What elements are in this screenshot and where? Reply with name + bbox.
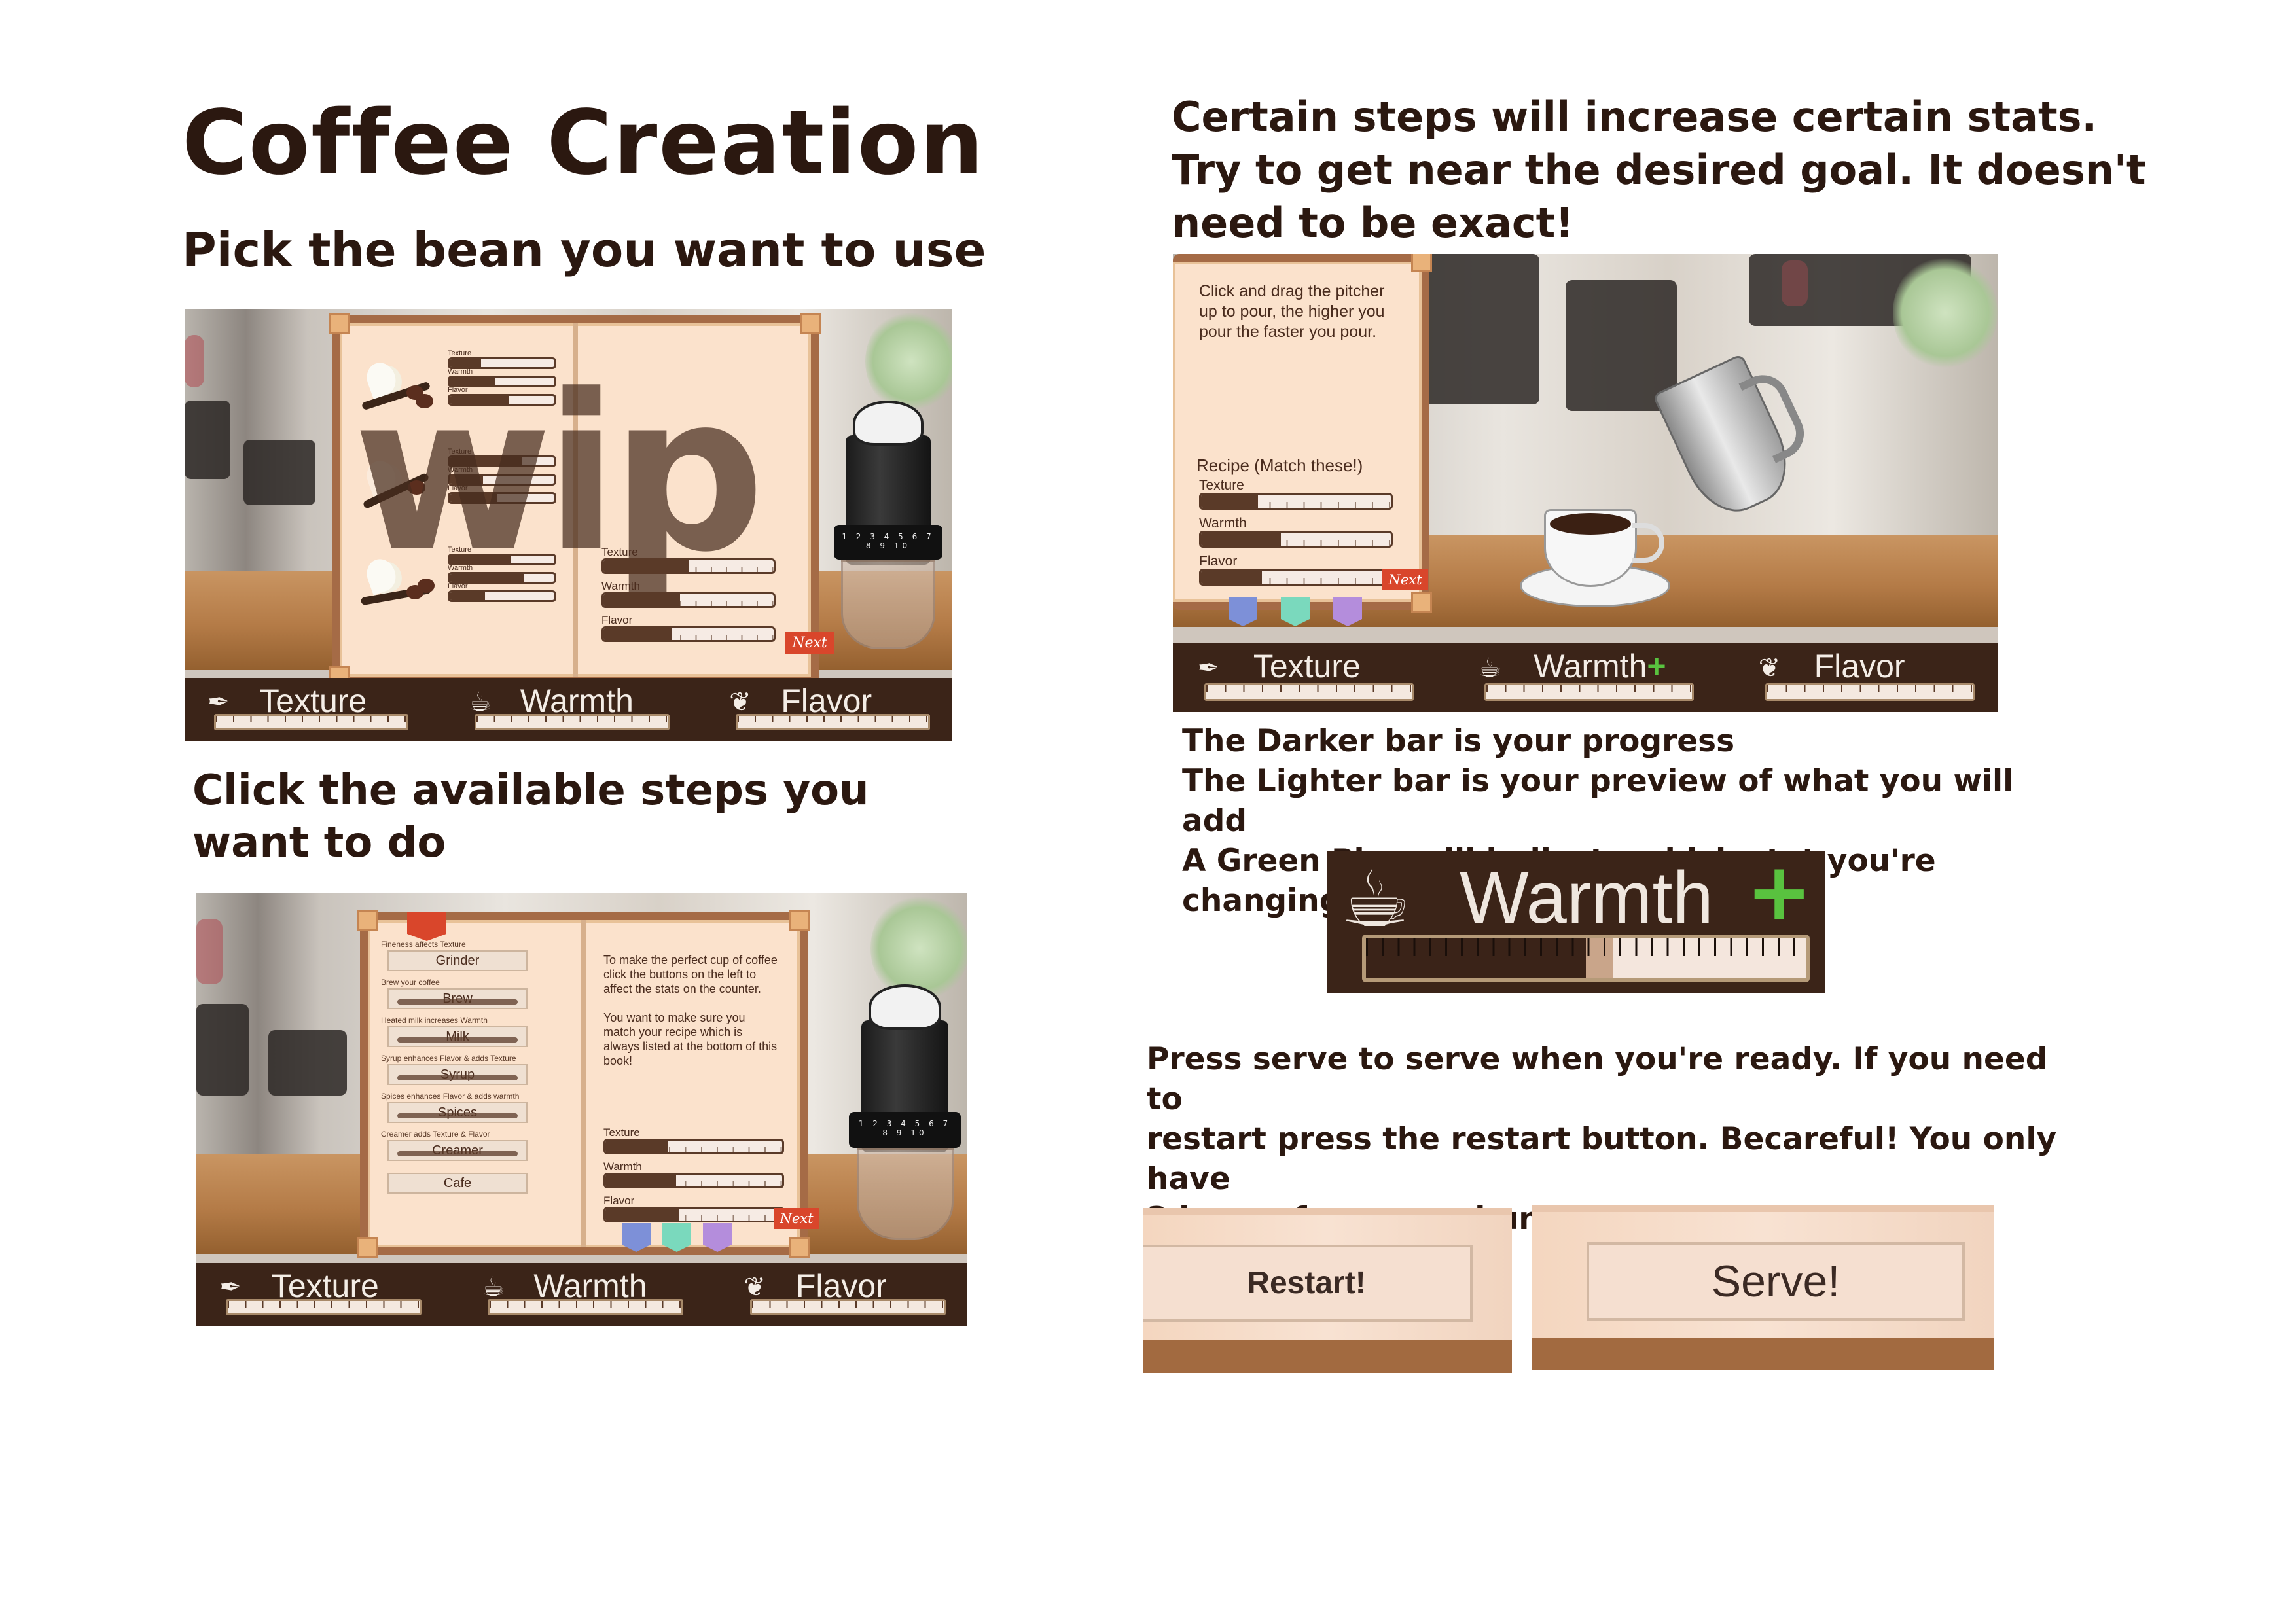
green-plus-icon: +: [1746, 847, 1812, 938]
steps-book: Fineness affects Texture Grinder Brew your…: [357, 910, 819, 1258]
hud-texture: ✒ Texture: [219, 1268, 427, 1321]
coffee-grinder: 1 2 3 4 5 6 7 8 9 10: [829, 401, 947, 649]
recipe-stat-bar: [1199, 493, 1393, 510]
hud-texture-bar: [213, 714, 409, 731]
pour-instructions: Click and drag the pitcher up to pour, t…: [1199, 282, 1385, 341]
recipe-stat-label: Warmth: [601, 580, 640, 592]
hud-texture: ✒ Texture: [207, 683, 414, 736]
serve-button-screenshot: Serve!: [1532, 1205, 1994, 1370]
milk-steamer-icon: ☕: [481, 1272, 505, 1303]
knife-icon: ✒: [219, 1272, 242, 1303]
recipe-stat-bar: [601, 558, 776, 574]
recipe-stat-bar: [1199, 531, 1393, 548]
restart-button-screenshot: Restart!: [1143, 1208, 1512, 1373]
recipe-stat-label: Texture: [1199, 478, 1244, 493]
warmth-bar: [1362, 934, 1810, 982]
coffee-grinder: 1 2 3 4 5 6 7 8 9 10: [844, 984, 965, 1240]
stats-intro-text: Certain steps will increase certain stat…: [1172, 93, 2146, 247]
hud-flavor: ❦ Flavor: [1759, 649, 1981, 706]
recipe-stat-label: Flavor: [603, 1194, 635, 1207]
step-button-cafe[interactable]: Cafe: [387, 1173, 528, 1194]
recipe-stat-bar: [601, 626, 776, 642]
step-caption: Heated milk increases Warmth: [381, 1016, 488, 1025]
knife-icon: ✒: [207, 687, 230, 718]
hud-warmth: ☕ Warmth: [469, 683, 675, 736]
step1-heading: Pick the bean you want to use: [182, 223, 986, 277]
milk-steamer-icon: ☕: [468, 687, 492, 718]
hud-warmth-bar: [475, 714, 670, 731]
hud-texture-bar: [1204, 683, 1414, 701]
step-button-syrup[interactable]: Syrup: [387, 1064, 528, 1085]
stats-hud: ✒ Texture ☕ Warmth+ ❦ Flavor: [1173, 643, 1998, 712]
recipe-stat-label: Flavor: [601, 614, 633, 626]
hud-flavor-label: Flavor: [1814, 648, 1905, 685]
recipe-stat-bar: [603, 1173, 784, 1188]
page-title: Coffee Creation: [182, 92, 985, 195]
spice-leaves-icon: ❦: [1758, 653, 1781, 684]
warmth-stat-closeup: ☕ Warmth +: [1327, 851, 1825, 993]
serve-button[interactable]: Serve!: [1587, 1242, 1965, 1321]
instructions-text: To make the perfect cup of coffee click …: [603, 954, 778, 1067]
bean-selection-screenshot: Texture Warmth Flavor Texture Warmth Flavor Te…: [185, 309, 952, 741]
recipe-book: Texture Warmth Flavor Texture Warmth Flavor Te…: [329, 313, 834, 687]
hud-flavor-bar: [749, 1298, 946, 1316]
step-caption: Fineness affects Texture: [381, 940, 466, 949]
green-plus-icon: +: [1647, 648, 1666, 685]
recipe-stat-bar: [603, 1207, 784, 1222]
milk-steamer-icon: ☕: [1340, 854, 1411, 945]
recipe-stat-bar: [603, 1139, 784, 1154]
hud-texture-bar: [225, 1298, 422, 1316]
step2-heading: Click the available steps you want to do: [192, 766, 869, 867]
hud-texture-label: Texture: [1253, 648, 1361, 685]
coffee-cup: [1520, 509, 1670, 607]
hud-flavor-bar: [1765, 683, 1975, 701]
steps-screenshot: Fineness affects Texture Grinder Brew your…: [196, 893, 967, 1326]
hud-texture: ✒ Texture: [1198, 649, 1420, 706]
recipe-stat-label: Warmth: [603, 1160, 642, 1173]
knife-icon: ✒: [1197, 653, 1220, 684]
step-caption: Spices enhances Flavor & adds warmth: [381, 1092, 520, 1101]
next-button[interactable]: Next: [1382, 569, 1428, 590]
hud-warmth-bar: [488, 1298, 684, 1316]
hud-warmth: ☕ Warmth: [482, 1268, 690, 1321]
hud-warmth-label: Warmth+: [1534, 648, 1666, 685]
hud-flavor: ❦ Flavor: [744, 1268, 952, 1321]
step-button-label: Grinder: [435, 954, 480, 968]
wip-watermark: wip: [353, 348, 765, 599]
recipe-stat-label: Texture: [601, 546, 638, 558]
hud-flavor-bar: [735, 714, 931, 731]
step-caption: Syrup enhances Flavor & adds Texture: [381, 1054, 516, 1063]
pour-book: Click and drag the pitcher up to pour, t…: [1173, 254, 1432, 613]
step-button-brew[interactable]: Brew: [387, 988, 528, 1009]
step-button-creamer[interactable]: Creamer: [387, 1140, 528, 1161]
stats-hud: ✒ Texture ☕ Warmth ❦ Flavor: [196, 1263, 967, 1326]
recipe-stat-label: Flavor: [1199, 554, 1238, 569]
hud-warmth-bar: [1484, 683, 1695, 701]
step-button-label: Cafe: [443, 1176, 472, 1190]
milk-steamer-icon: ☕: [1478, 653, 1502, 684]
hud-flavor: ❦ Flavor: [729, 683, 936, 736]
recipe-stat-bar: [601, 592, 776, 608]
recipe-stat-label: Warmth: [1199, 516, 1247, 531]
step-caption: Brew your coffee: [381, 978, 440, 987]
pour-screenshot: Click and drag the pitcher up to pour, t…: [1173, 254, 1998, 712]
next-button[interactable]: Next: [774, 1208, 819, 1229]
recipe-stat-bar: [1199, 569, 1393, 586]
spice-leaves-icon: ❦: [729, 687, 751, 718]
restart-button[interactable]: Restart!: [1143, 1245, 1473, 1322]
recipe-title: Recipe (Match these!): [1196, 455, 1363, 475]
step-button-milk[interactable]: Milk: [387, 1026, 528, 1047]
next-button[interactable]: Next: [785, 632, 834, 654]
hud-warmth: ☕ Warmth+: [1478, 649, 1700, 706]
recipe-stat-label: Texture: [603, 1126, 640, 1139]
step-caption: Creamer adds Texture & Flavor: [381, 1130, 490, 1139]
step-button-grinder[interactable]: Grinder: [387, 950, 528, 971]
step-button-spices[interactable]: Spices: [387, 1102, 528, 1123]
warmth-label: Warmth: [1460, 857, 1713, 938]
stats-hud: ✒ Texture ☕ Warmth ❦ Flavor: [185, 678, 952, 741]
spice-leaves-icon: ❦: [744, 1272, 766, 1303]
